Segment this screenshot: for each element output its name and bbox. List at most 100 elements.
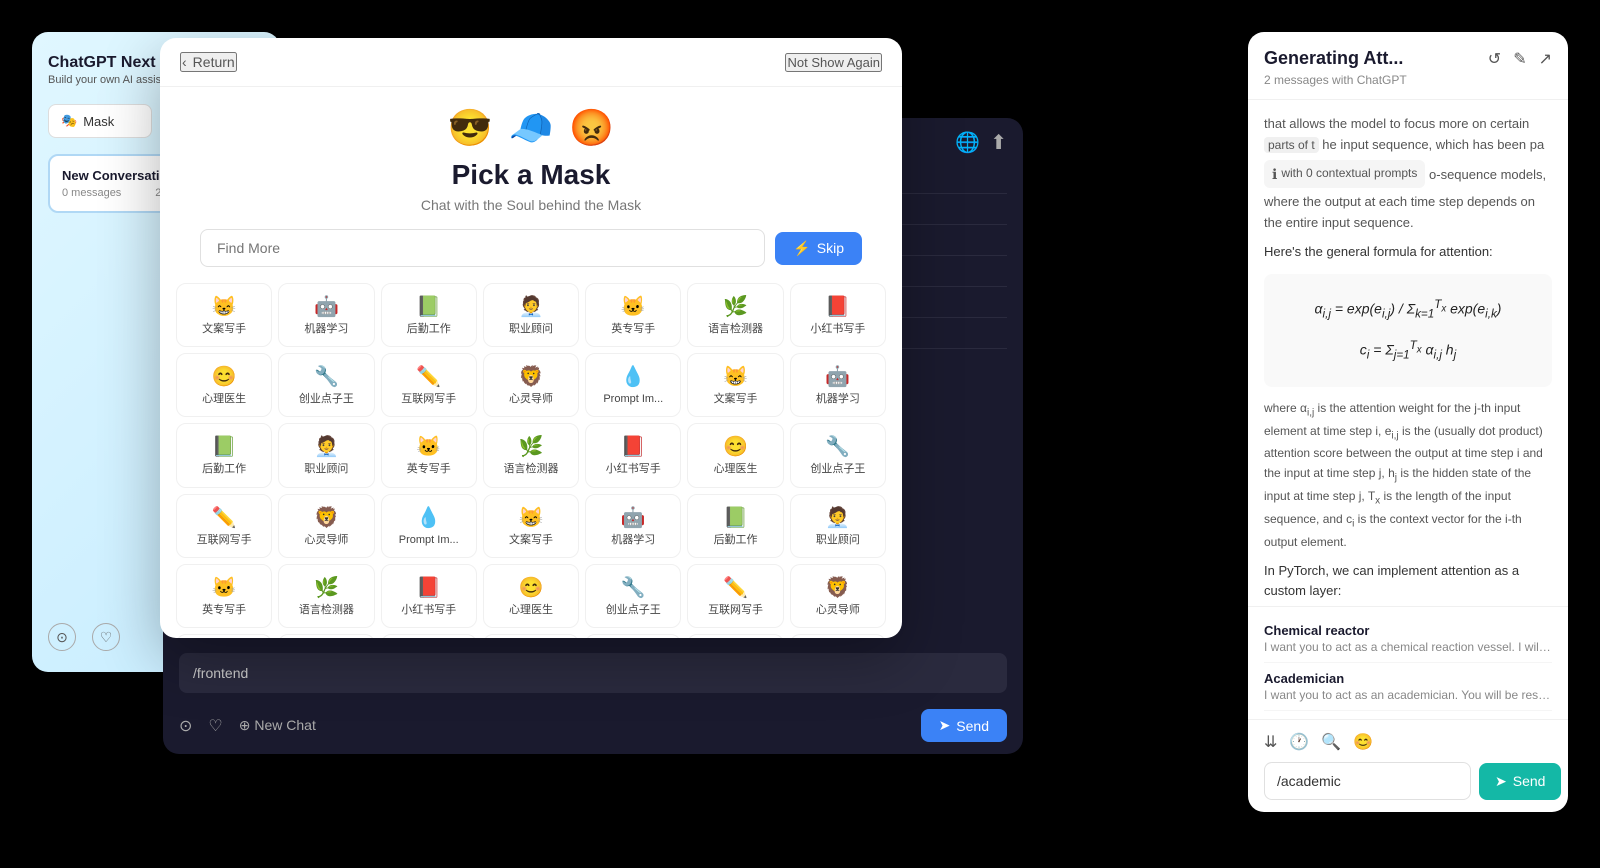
mask-item[interactable]: 💧Prompt Im... bbox=[381, 494, 477, 558]
parts-of-text: parts of t bbox=[1264, 137, 1319, 153]
mask-item[interactable]: 🧑‍💼职业顾问 bbox=[790, 494, 886, 558]
mask-item[interactable]: 😸文案写手 bbox=[687, 353, 783, 417]
mask-item[interactable]: 😸文案写手 bbox=[278, 634, 374, 638]
mask-item[interactable]: 📕小红书写手 bbox=[790, 283, 886, 347]
mask-item[interactable]: 🧑‍💼职业顾问 bbox=[278, 423, 374, 487]
mask-item[interactable]: 🤖机器学习 bbox=[585, 494, 681, 558]
right-panel-title: Generating Att... bbox=[1264, 48, 1403, 69]
mask-item[interactable]: 💧Prompt Im... bbox=[585, 353, 681, 417]
bookmark-icon[interactable]: ♡ bbox=[208, 716, 222, 736]
mask-item[interactable]: 🐱英专写手 bbox=[687, 634, 783, 638]
send-icon-right: ➤ bbox=[1495, 773, 1507, 790]
right-panel-header: Generating Att... ↺ ✎ ↗ 2 messages with … bbox=[1248, 32, 1568, 100]
share-icon[interactable]: ↗ bbox=[1539, 49, 1552, 69]
clock-icon[interactable]: 🕐 bbox=[1289, 732, 1309, 752]
mask-item[interactable]: 😸文案写手 bbox=[176, 283, 272, 347]
mask-item[interactable]: 📗启动工作 bbox=[483, 634, 579, 638]
send-icon-dark: ➤ bbox=[939, 717, 951, 734]
mask-item[interactable]: 🦁心灵导师 bbox=[278, 494, 374, 558]
mask-item[interactable]: 🤖机器学习 bbox=[790, 353, 886, 417]
modal-topbar: ‹ Return Not Show Again bbox=[160, 38, 902, 87]
mask-item[interactable]: 🌿语言检测器 bbox=[687, 283, 783, 347]
mask-item[interactable]: 🦁心灵导师 bbox=[790, 564, 886, 628]
mask-button[interactable]: 🎭 Mask bbox=[48, 104, 152, 138]
upload-icon[interactable]: ⬆ bbox=[990, 130, 1007, 155]
content-intro: that allows the model to focus more on c… bbox=[1264, 114, 1552, 234]
return-button[interactable]: ‹ Return bbox=[180, 52, 237, 72]
mask-item[interactable]: 🧑‍💼职业顾问 bbox=[483, 283, 579, 347]
send-button-dark[interactable]: ➤ Send bbox=[921, 709, 1007, 742]
modal-emoji-row: 😎 🧢 😡 bbox=[160, 107, 902, 149]
modal-subtitle: Chat with the Soul behind the Mask bbox=[160, 197, 902, 213]
settings-icon[interactable]: ⊙ bbox=[48, 623, 76, 651]
mask-item[interactable]: ✏️互联网写手 bbox=[381, 353, 477, 417]
mask-item[interactable]: 🧑‍💼职业顾问 bbox=[585, 634, 681, 638]
not-show-again-button[interactable]: Not Show Again bbox=[785, 53, 882, 72]
right-panel-footer: ⇊ 🕐 🔍 😊 ➤ Send bbox=[1248, 719, 1568, 812]
mask-item[interactable]: 📕小红书写手 bbox=[381, 564, 477, 628]
contextual-tooltip: ℹ with 0 contextual prompts bbox=[1264, 160, 1425, 188]
mask-item[interactable]: 😊心理医生 bbox=[687, 423, 783, 487]
suggestion-chemical-reactor[interactable]: Chemical reactor I want you to act as a … bbox=[1264, 615, 1552, 663]
mask-item[interactable]: ✏️互联网写手 bbox=[176, 494, 272, 558]
mask-item[interactable]: 📗后勤工作 bbox=[176, 423, 272, 487]
mask-icon: 🎭 bbox=[61, 113, 77, 129]
undo-icon[interactable]: ↺ bbox=[1488, 49, 1501, 69]
math-line-2: ci = Σj=1Tx αi,j hj bbox=[1280, 337, 1536, 365]
chat-input[interactable] bbox=[179, 653, 1007, 693]
info-icon: ℹ bbox=[1272, 163, 1277, 185]
modal-title: Pick a Mask bbox=[160, 159, 902, 191]
mask-item[interactable]: 🦁心灵导师 bbox=[483, 353, 579, 417]
mask-item[interactable]: 📗后勤工作 bbox=[381, 283, 477, 347]
new-chat-dark[interactable]: ⊕ New Chat bbox=[239, 717, 316, 734]
lightning-icon: ⚡ bbox=[793, 240, 810, 257]
emoji-footer-icon[interactable]: 😊 bbox=[1353, 732, 1373, 752]
mask-item[interactable]: 😊心理医生 bbox=[176, 353, 272, 417]
search-footer-icon[interactable]: 🔍 bbox=[1321, 732, 1341, 752]
right-send-button[interactable]: ➤ Send bbox=[1479, 763, 1561, 800]
mask-item[interactable]: 🐱英专写手 bbox=[585, 283, 681, 347]
modal-search-row: ⚡ Skip bbox=[160, 229, 902, 267]
mask-item[interactable]: 💧Prompt Im... bbox=[176, 634, 272, 638]
chevron-left-icon: ‹ bbox=[182, 54, 187, 70]
mask-item[interactable]: 🐱英专写手 bbox=[381, 423, 477, 487]
skip-button[interactable]: ⚡ Skip bbox=[775, 232, 862, 265]
mask-item[interactable]: 🤖机器学习 bbox=[381, 634, 477, 638]
mask-item[interactable]: 🐱英专写手 bbox=[176, 564, 272, 628]
mask-item[interactable]: 🌿语言检测器 bbox=[790, 634, 886, 638]
emoji-2: 🧢 bbox=[509, 107, 554, 149]
mask-item[interactable]: 🔧创业点子王 bbox=[278, 353, 374, 417]
right-chat-input[interactable] bbox=[1264, 762, 1471, 800]
mask-item[interactable]: 🌿语言检测器 bbox=[278, 564, 374, 628]
formula-intro: Here's the general formula for attention… bbox=[1264, 242, 1552, 263]
right-input-row: ➤ Send bbox=[1264, 762, 1552, 800]
chat-footer-left: ⊙ ♡ ⊕ New Chat bbox=[179, 716, 316, 736]
mask-item[interactable]: 🔧创业点子王 bbox=[790, 423, 886, 487]
settings-icon-chat[interactable]: ⊙ bbox=[179, 716, 192, 736]
mask-item[interactable]: 🔧创业点子王 bbox=[585, 564, 681, 628]
github-icon[interactable]: ♡ bbox=[92, 623, 120, 651]
mask-item[interactable]: 🌿语言检测器 bbox=[483, 423, 579, 487]
mask-item[interactable]: 📕小红书写手 bbox=[585, 423, 681, 487]
mask-item[interactable]: ✏️互联网写手 bbox=[687, 564, 783, 628]
globe-icon[interactable]: 🌐 bbox=[955, 130, 980, 155]
mask-search-input[interactable] bbox=[200, 229, 765, 267]
math-block: αi,j = exp(ei,j) / Σk=1Tx exp(ei,k) ci =… bbox=[1264, 274, 1552, 386]
right-panel: Generating Att... ↺ ✎ ↗ 2 messages with … bbox=[1248, 32, 1568, 812]
collapse-icon[interactable]: ⇊ bbox=[1264, 732, 1277, 752]
mask-item[interactable]: 😸文案写手 bbox=[483, 494, 579, 558]
suggestions-area: Chemical reactor I want you to act as a … bbox=[1248, 606, 1568, 719]
mask-item[interactable]: 🤖机器学习 bbox=[278, 283, 374, 347]
right-panel-content: that allows the model to focus more on c… bbox=[1248, 100, 1568, 606]
footer-icons: ⊙ ♡ bbox=[48, 623, 120, 651]
mask-item[interactable]: 😊心理医生 bbox=[483, 564, 579, 628]
math-line-1: αi,j = exp(ei,j) / Σk=1Tx exp(ei,k) bbox=[1280, 296, 1536, 324]
suggestion-academician[interactable]: Academician I want you to act as an acad… bbox=[1264, 663, 1552, 711]
mask-grid: 😸文案写手🤖机器学习📗后勤工作🧑‍💼职业顾问🐱英专写手🌿语言检测器📕小红书写手😊… bbox=[160, 283, 902, 638]
chat-footer: ⊙ ♡ ⊕ New Chat ➤ Send bbox=[163, 703, 1023, 754]
python-intro: In PyTorch, we can implement attention a… bbox=[1264, 561, 1552, 603]
edit-icon[interactable]: ✎ bbox=[1513, 49, 1526, 69]
mask-modal: ‹ Return Not Show Again 😎 🧢 😡 Pick a Mas… bbox=[160, 38, 902, 638]
emoji-3: 😡 bbox=[569, 107, 614, 149]
mask-item[interactable]: 📗后勤工作 bbox=[687, 494, 783, 558]
